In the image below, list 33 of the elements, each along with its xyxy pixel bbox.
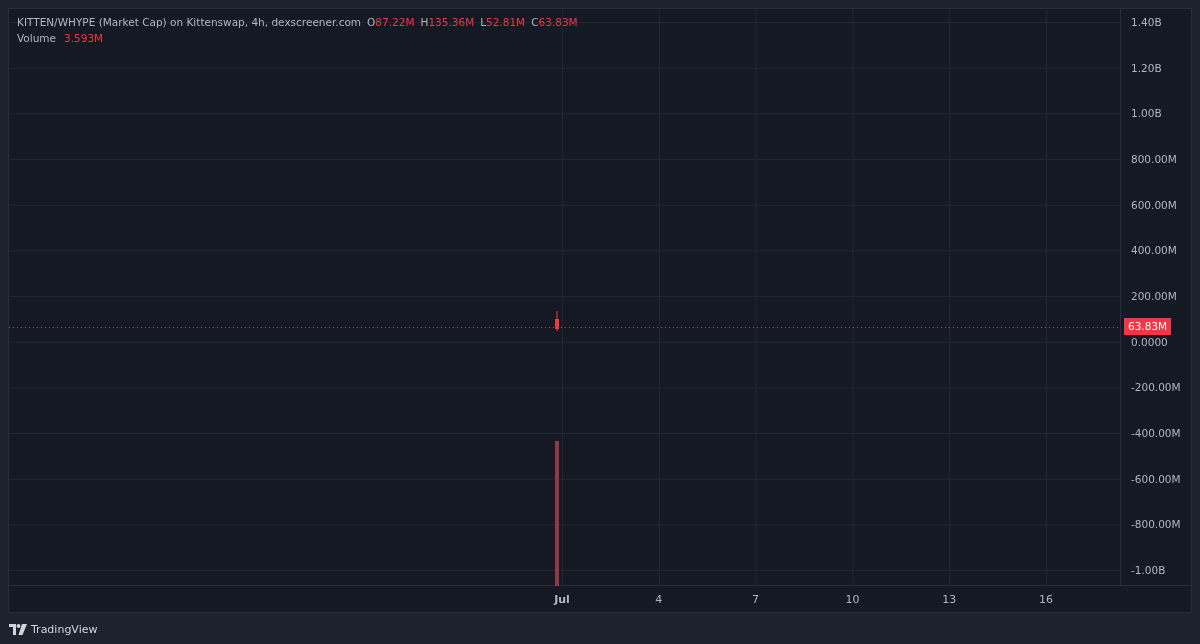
time-label: Jul — [552, 592, 571, 606]
price-label: -1.00B — [1131, 562, 1167, 577]
price-label: -400.00M — [1131, 425, 1182, 440]
price-label: 400.00M — [1131, 243, 1178, 258]
price-label: 1.40B — [1131, 15, 1163, 29]
brand-logo[interactable]: TradingView — [9, 623, 98, 636]
chart-title: KITTEN/WHYPE (Market Cap) on Kittenswap, 4h, dexscreener.com — [17, 16, 362, 28]
time-label: 7 — [751, 592, 761, 606]
time-label: 13 — [941, 592, 958, 606]
price-label: -800.00M — [1131, 517, 1182, 532]
ohlc-value: 87.22M — [375, 16, 415, 28]
price-label: 800.00M — [1131, 151, 1178, 166]
ohlc-label: O — [367, 16, 376, 28]
ohlc-label: L — [480, 16, 487, 28]
ohlc-value: 63.83M — [538, 16, 578, 28]
price-label: 1.20B — [1131, 60, 1163, 75]
price-label: 1.00B — [1131, 106, 1163, 121]
last-price-badge: 63.83M — [1124, 318, 1172, 335]
price-label: 600.00M — [1131, 197, 1178, 212]
time-label: 4 — [654, 592, 664, 606]
ohlc-label: H — [420, 16, 429, 28]
time-label: 16 — [1038, 592, 1054, 606]
ohlc-value: 52.81M — [486, 16, 526, 28]
price-label: -600.00M — [1131, 471, 1182, 486]
volume-value: 3.593M — [64, 32, 104, 44]
ohlc-value: 135.36M — [428, 16, 475, 28]
price-label: 0.0000 — [1131, 334, 1169, 349]
ohlc-label: C — [531, 16, 539, 28]
price-label: -200.00M — [1131, 380, 1182, 395]
volume-label: Volume — [17, 32, 57, 44]
tradingview-logo-icon — [9, 624, 27, 635]
price-label: 200.00M — [1131, 288, 1178, 303]
time-label: 10 — [844, 592, 861, 606]
